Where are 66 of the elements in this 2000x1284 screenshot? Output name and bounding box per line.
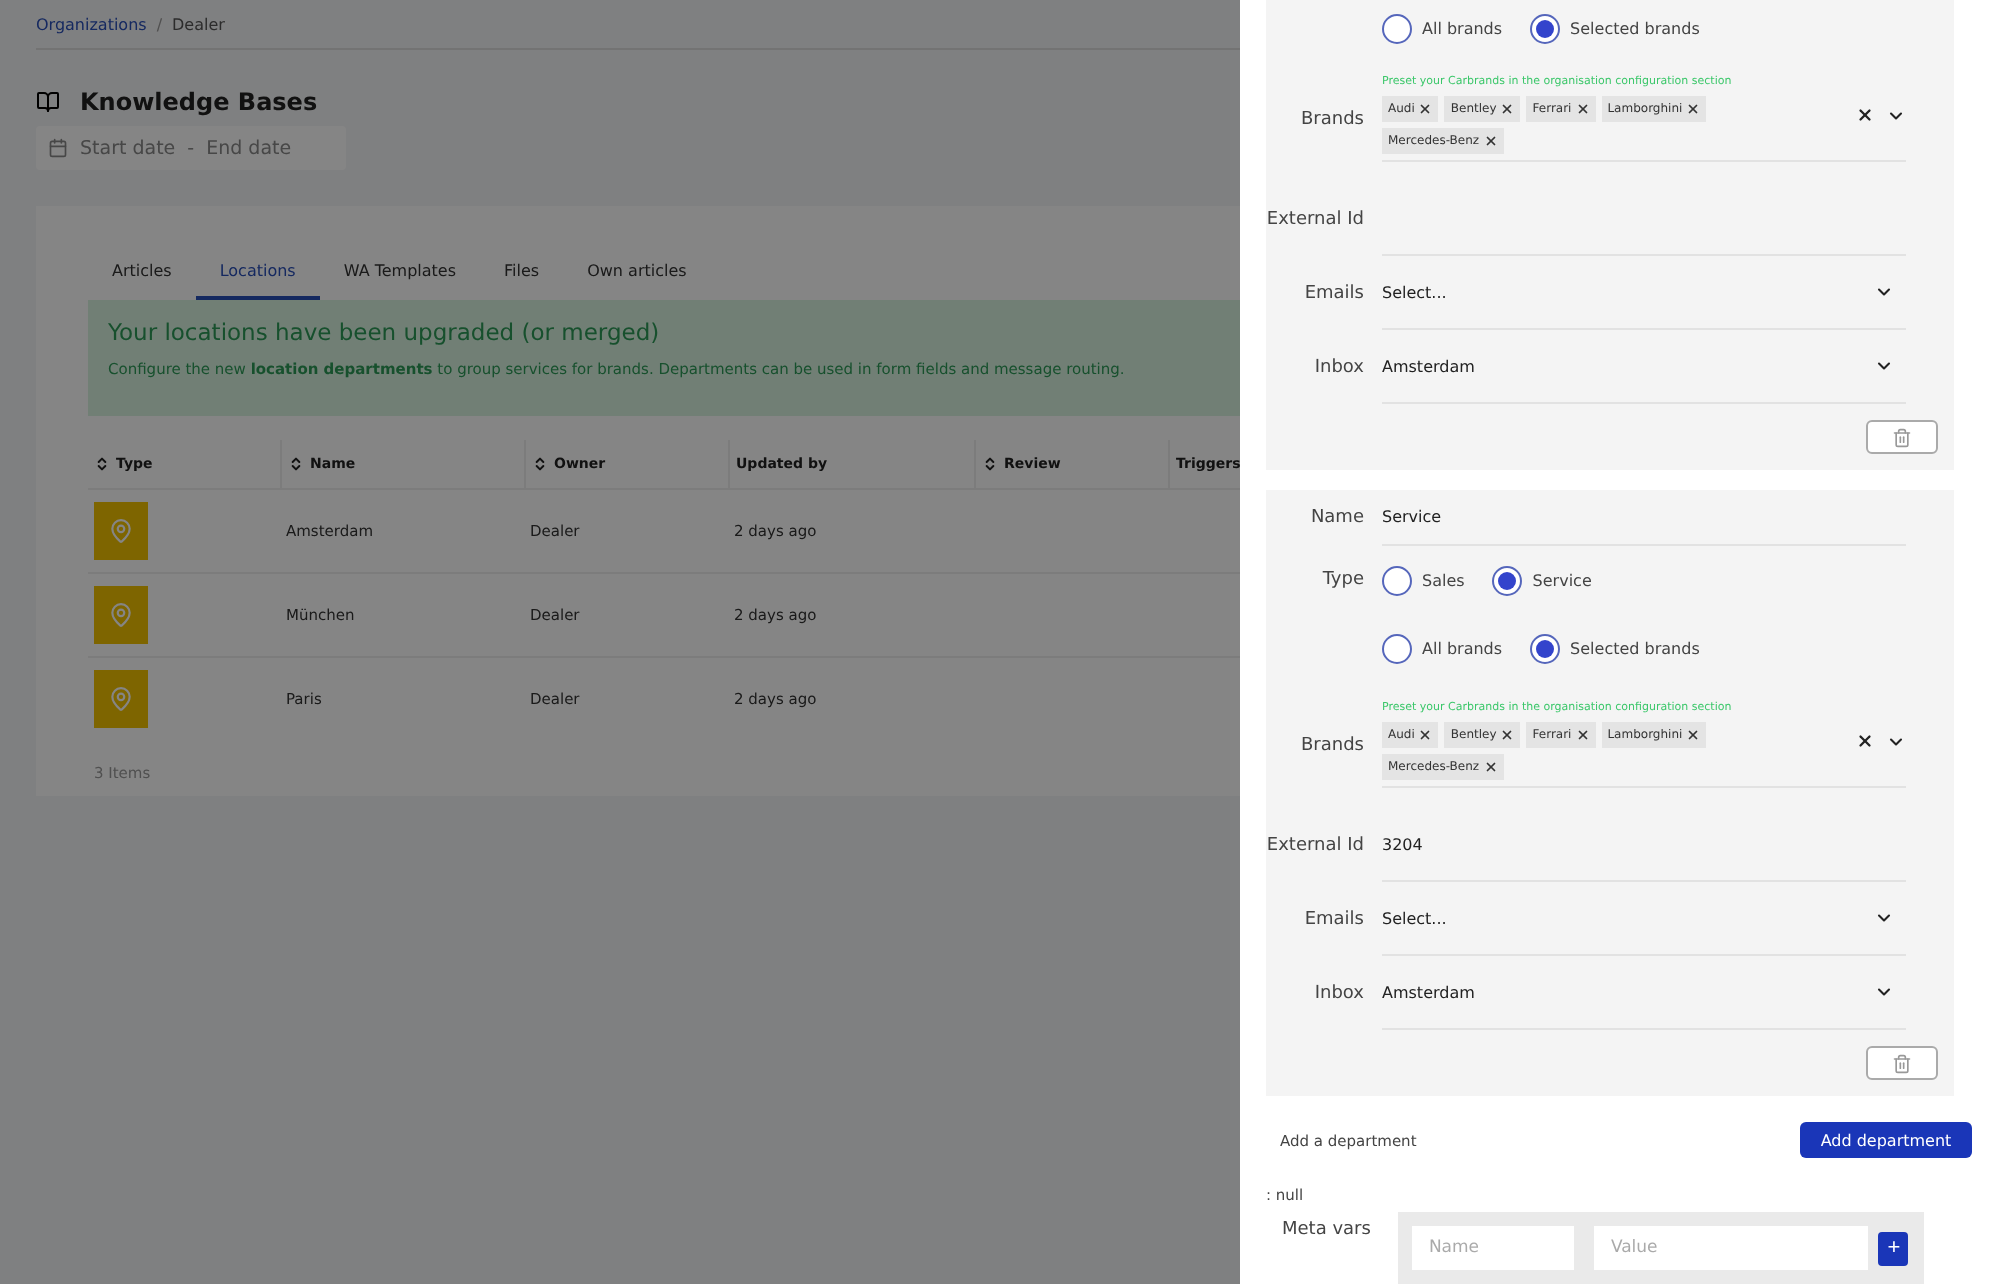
radio-button[interactable]	[1382, 13, 1412, 43]
field-label: Emails	[1302, 909, 1364, 929]
radio-label: Sales	[1422, 571, 1465, 589]
field-label: Brands	[1299, 735, 1364, 755]
radio-label: Selected brands	[1570, 639, 1700, 657]
radio-button[interactable]	[1530, 633, 1561, 663]
remove-icon[interactable]	[1418, 728, 1433, 742]
tab[interactable]: WA Templates	[319, 250, 481, 300]
field-label: External Id	[1266, 835, 1364, 855]
remove-icon[interactable]	[1418, 102, 1433, 116]
trash-icon	[1892, 427, 1912, 447]
field-label: Inbox	[1312, 983, 1364, 1003]
text-field[interactable]: 3204	[1382, 808, 1906, 882]
radio-button[interactable]	[1530, 13, 1561, 43]
remove-icon[interactable]	[1483, 134, 1498, 148]
add-button[interactable]: +	[1878, 1231, 1909, 1265]
tab[interactable]: Articles	[88, 250, 196, 300]
name-input[interactable]: Name	[1412, 1226, 1575, 1270]
radio-button[interactable]	[1492, 565, 1523, 595]
field-label: Emails	[1302, 283, 1364, 303]
field-label: External Id	[1266, 209, 1364, 229]
page-title: Knowledge Bases	[80, 88, 318, 116]
select-field[interactable]: Amsterdam	[1382, 956, 1906, 1030]
remove-icon[interactable]	[1500, 728, 1515, 742]
select-field[interactable]: Amsterdam	[1382, 330, 1906, 404]
remove-icon[interactable]	[1575, 102, 1590, 116]
sort-icon	[288, 456, 304, 472]
field-label: Brands	[1299, 109, 1364, 129]
delete-button[interactable]	[1866, 1046, 1938, 1080]
radio-label: Service	[1532, 571, 1592, 589]
radio-label: All brands	[1422, 19, 1503, 37]
remove-icon[interactable]	[1686, 102, 1701, 116]
text-field[interactable]: Service	[1382, 490, 1906, 546]
add-department-button[interactable]: Add department	[1800, 1122, 1972, 1158]
book-icon	[36, 90, 60, 114]
location-pin-icon	[94, 502, 148, 560]
remove-icon[interactable]	[1686, 728, 1701, 742]
sort-icon	[982, 456, 998, 472]
delete-button[interactable]	[1866, 420, 1938, 454]
field-label: Type	[1320, 570, 1364, 590]
breadcrumb-link[interactable]: Organizations	[36, 15, 147, 33]
radio-label: All brands	[1422, 639, 1503, 657]
select-field[interactable]: Select...	[1382, 256, 1906, 330]
trash-icon	[1892, 1053, 1912, 1073]
field-label: Name	[1308, 508, 1364, 528]
remove-icon[interactable]	[1500, 102, 1515, 116]
calendar-icon	[48, 138, 68, 158]
remove-icon[interactable]	[1483, 760, 1498, 774]
clear-icon[interactable]	[1856, 106, 1874, 124]
sort-icon	[532, 456, 548, 472]
clear-icon[interactable]	[1856, 732, 1874, 750]
breadcrumb-separator: /	[156, 15, 163, 33]
field-label: Inbox	[1312, 357, 1364, 377]
location-pin-icon	[94, 670, 148, 728]
radio-button[interactable]	[1382, 565, 1412, 595]
remove-icon[interactable]	[1575, 728, 1590, 742]
alert-title: Your locations have been upgraded (or merged)	[108, 318, 662, 346]
radio-button[interactable]	[1382, 633, 1412, 663]
radio-label: Selected brands	[1570, 19, 1700, 37]
sort-icon	[94, 456, 110, 472]
value-input[interactable]: Value	[1594, 1226, 1869, 1270]
meta-vars-label: Meta vars	[1282, 1220, 1371, 1240]
tab[interactable]: Files	[480, 250, 564, 300]
select-field[interactable]: Select...	[1382, 882, 1906, 956]
location-pin-icon	[94, 586, 148, 644]
tab[interactable]: Own articles	[563, 250, 711, 300]
